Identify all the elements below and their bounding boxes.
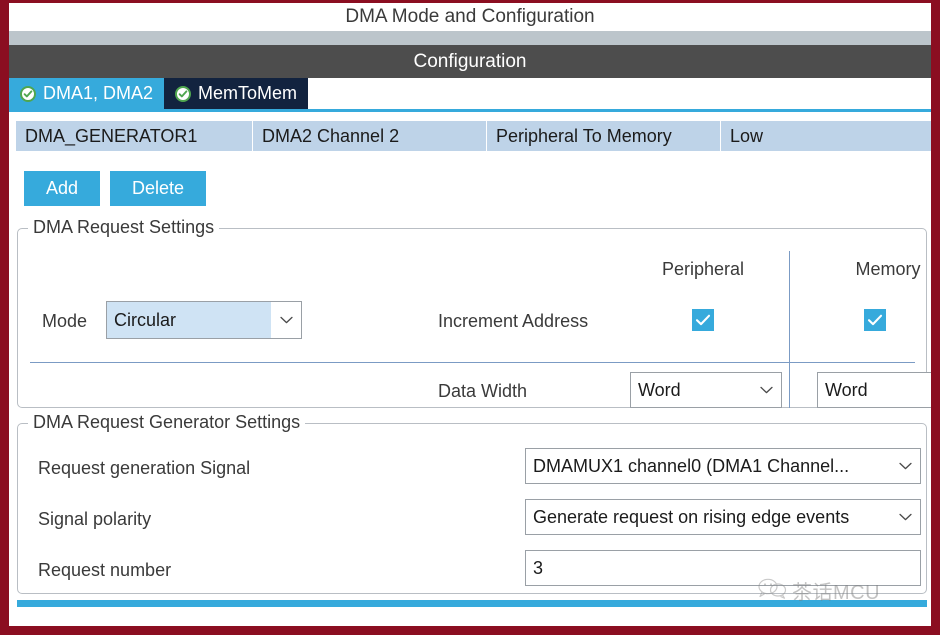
- window-inner: DMA Mode and Configuration Configuration…: [9, 3, 931, 626]
- bottom-accent-bar: [17, 600, 927, 607]
- chevron-down-icon: [751, 373, 781, 407]
- chevron-down-icon: [890, 449, 920, 483]
- column-header-peripheral: Peripheral: [661, 259, 745, 279]
- configuration-header-bar: Configuration: [9, 45, 931, 78]
- check-circle-icon: [175, 85, 192, 102]
- increment-address-memory-checkbox[interactable]: [864, 309, 886, 331]
- page-title: DMA Mode and Configuration: [345, 6, 595, 27]
- signal-polarity-value: Generate request on rising edge events: [533, 506, 850, 527]
- tab-label: MemToMem: [198, 83, 298, 103]
- dma-request-generator-settings-group: DMA Request Generator Settings Request g…: [17, 412, 927, 594]
- table-toolbar: Add Delete: [24, 171, 207, 206]
- tab-memtomem[interactable]: MemToMem: [164, 78, 309, 109]
- delete-button[interactable]: Delete: [110, 171, 207, 206]
- data-width-memory-value: Word: [825, 379, 868, 400]
- request-generation-signal-select[interactable]: DMAMUX1 channel0 (DMA1 Channel...: [525, 448, 921, 484]
- dma-configuration-window: DMA Mode and Configuration Configuration…: [0, 0, 940, 635]
- dma-request-settings-group: DMA Request Settings Peripheral Memory M…: [17, 217, 931, 408]
- mode-select[interactable]: Circular: [106, 301, 302, 339]
- check-circle-icon: [20, 85, 36, 102]
- request-generation-signal-value: DMAMUX1 channel0 (DMA1 Channel...: [533, 455, 850, 476]
- horizontal-divider: [30, 362, 915, 363]
- tab-underline: [9, 109, 931, 112]
- dma-request-generator-settings-legend: DMA Request Generator Settings: [28, 412, 306, 433]
- add-button[interactable]: Add: [24, 171, 101, 206]
- request-number-input[interactable]: 3: [525, 550, 921, 586]
- column-header-memory: Memory: [855, 259, 921, 279]
- data-width-peripheral-select[interactable]: Word: [630, 372, 782, 408]
- increment-address-label: Increment Address: [438, 311, 589, 331]
- vertical-divider: [789, 251, 790, 408]
- mode-label: Mode: [42, 311, 88, 331]
- signal-polarity-select[interactable]: Generate request on rising edge events: [525, 499, 921, 535]
- signal-polarity-label: Signal polarity: [38, 509, 152, 529]
- data-width-memory-select[interactable]: Word: [817, 372, 931, 408]
- chevron-down-icon: [271, 302, 301, 338]
- tab-label: DMA1, DMA2: [43, 83, 154, 103]
- request-number-label: Request number: [38, 560, 172, 580]
- cell-channel: DMA2 Channel 2: [252, 121, 486, 151]
- request-generation-signal-label: Request generation Signal: [38, 458, 251, 478]
- cell-name: DMA_GENERATOR1: [25, 125, 198, 146]
- table-row[interactable]: DMA_GENERATOR1 DMA2 Channel 2 Peripheral…: [16, 121, 931, 151]
- cell-direction: Peripheral To Memory: [486, 121, 720, 151]
- chevron-down-icon: [890, 500, 920, 534]
- configuration-header-label: Configuration: [413, 50, 527, 72]
- mode-value: Circular: [107, 302, 271, 338]
- window-title-bar: DMA Mode and Configuration: [9, 3, 931, 31]
- tab-dma1-dma2[interactable]: DMA1, DMA2: [9, 78, 165, 109]
- tab-strip: DMA1, DMA2 MemToMem: [9, 78, 931, 109]
- cell-priority: Low: [720, 121, 931, 151]
- title-separator-band: [9, 31, 931, 45]
- data-width-label: Data Width: [438, 381, 528, 401]
- dma-request-settings-legend: DMA Request Settings: [28, 217, 220, 238]
- increment-address-peripheral-checkbox[interactable]: [692, 309, 714, 331]
- data-width-peripheral-value: Word: [638, 379, 681, 400]
